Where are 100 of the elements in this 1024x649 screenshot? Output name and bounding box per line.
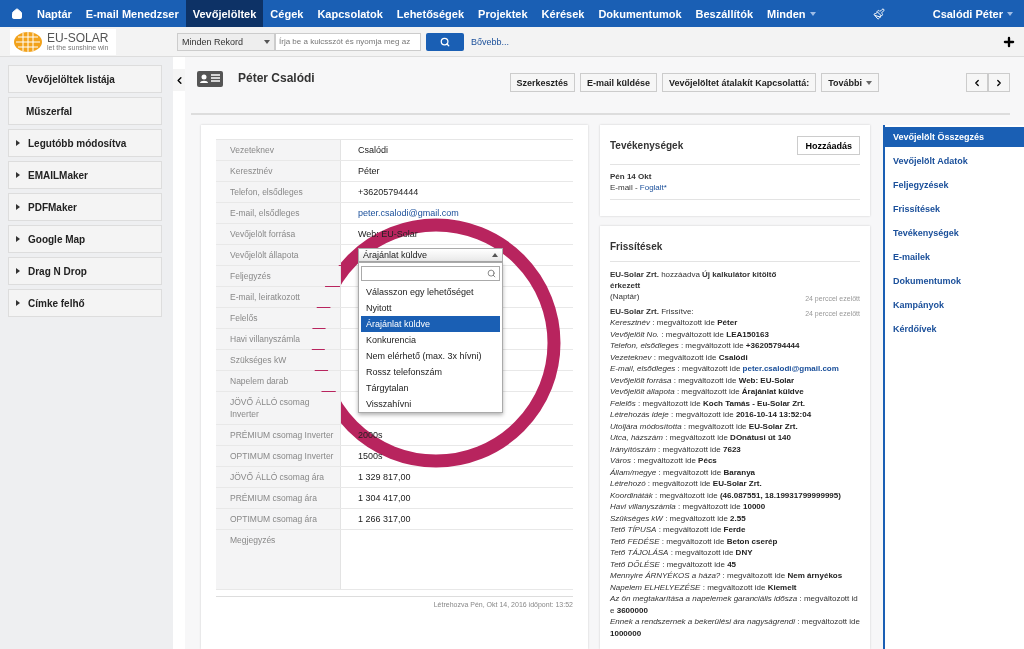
action-button[interactable]: E-mail küldése <box>580 73 658 92</box>
field-label: PRÉMIUM csomag ára <box>216 488 341 508</box>
change-line: Telefon, elsődleges : megváltozott ide +36205794444 <box>610 340 801 352</box>
nav-tab[interactable]: Lehetőségek <box>389 0 472 27</box>
sidebar-item[interactable]: Google Map <box>8 225 162 253</box>
update-text: EU-Solar Zrt. hozzáadva Új kalkulátor kitöltő érkezett (Naptár) <box>610 269 778 302</box>
change-line: Szükséges kW : megváltozott ide 2.55 <box>610 512 747 524</box>
action-button[interactable]: További <box>821 73 879 92</box>
field-value: +36205794444 <box>358 187 419 197</box>
nav-tab[interactable]: E-mail Menedzser <box>78 0 186 27</box>
sidebar-item[interactable]: Műszerfal <box>8 97 162 125</box>
field-label: Havi villanyszámla <box>216 329 341 349</box>
add-icon[interactable] <box>1002 34 1016 49</box>
dropdown-search-field[interactable] <box>361 266 500 281</box>
user-menu[interactable]: Csalódi Péter <box>925 0 1020 27</box>
dropdown-option[interactable]: Visszahívni <box>361 396 500 412</box>
field-value: Csalódi <box>358 145 388 155</box>
change-line: Koordináták : megváltozott ide (46.087551, 18.19931799999995) <box>610 489 842 501</box>
change-line: Az ön megtakarítása a napelemek garanciális idősza : megváltozott ide 3600000 <box>610 593 859 616</box>
dropdown-option[interactable]: Válasszon egy lehetőséget <box>361 284 500 300</box>
sidebar-item[interactable]: PDFMaker <box>8 193 162 221</box>
email-link[interactable]: peter.csalodi@gmail.com <box>358 208 459 218</box>
field-label: OPTIMUM csomag ára <box>216 509 341 529</box>
card-title: Frissítések <box>610 241 663 252</box>
section-link[interactable]: Kérdőívek <box>885 319 1024 339</box>
change-line: Keresztnév : megváltozott ide Péter <box>610 317 739 329</box>
logo-name: EU-SOLAR <box>47 32 109 44</box>
section-link[interactable]: Vevőjelölt Összegzés <box>885 127 1024 147</box>
nav-tab[interactable]: Kapcsolatok <box>310 0 390 27</box>
section-link[interactable]: Dokumentumok <box>885 271 1024 291</box>
section-link[interactable]: Frissítések <box>885 199 1024 219</box>
change-line: Vevőjelölt állapota : megváltozott ide Árajánlat küldve <box>610 386 805 398</box>
field-label: E-mail, leiratkozott <box>216 287 341 307</box>
change-line: Tető TÁJOLÁSA : megváltozott ide DNY <box>610 547 754 559</box>
field-value: Péter <box>358 166 380 176</box>
change-line: Tető DŐLÉSE : megváltozott ide 45 <box>610 558 738 570</box>
sidebar-item[interactable]: Drag N Drop <box>8 257 162 285</box>
next-button[interactable] <box>988 73 1010 92</box>
change-line: Napelem ELHELYEZÉSE : megváltozott ide Kiemelt <box>610 581 798 593</box>
field-label: PRÉMIUM csomag Inverter <box>216 425 341 445</box>
change-line: Havi villanyszámla : megváltozott ide 10000 <box>610 501 767 513</box>
dropdown-option[interactable]: Rossz telefonszám <box>361 364 500 380</box>
section-link[interactable]: Vevőjelölt Adatok <box>885 151 1024 171</box>
field-label: Napelem darab <box>216 371 341 391</box>
search-field[interactable]: Írja be a kulcsszót és nyomja meg az <box>275 32 421 51</box>
field-value: 1 304 417,00 <box>358 493 411 503</box>
field-label: JÖVŐ ÁLLÓ csomag Inverter <box>216 392 341 424</box>
section-link[interactable]: Feljegyzések <box>885 175 1024 195</box>
field-value: Web: EU-Solar <box>358 229 418 239</box>
field-label: Vezeteknev <box>216 140 341 160</box>
nav-tab[interactable]: Minden <box>760 0 823 27</box>
change-line: Utca, házszám : megváltozott ide DOnátusi út 140 <box>610 432 792 444</box>
nav-tab[interactable]: Kérések <box>534 0 592 27</box>
nav-tab[interactable]: Vevőjelöltek <box>185 0 264 27</box>
record-title: Péter Csalódi <box>238 71 315 85</box>
status-select[interactable]: Árajánlat küldve <box>358 248 503 262</box>
search-button[interactable] <box>426 32 464 51</box>
activity-link[interactable]: Foglalt* <box>639 183 667 192</box>
section-link[interactable]: Kampányok <box>885 295 1024 315</box>
more-link[interactable]: Bővebb... <box>471 36 510 47</box>
field-label: Feljegyzés <box>216 266 341 286</box>
field-value: 1 329 817,00 <box>358 472 411 482</box>
search-icon <box>487 269 496 278</box>
field-label: JÖVŐ ÁLLÓ csomag ára <box>216 467 341 487</box>
sidebar-item[interactable]: Vevőjelöltek listája <box>8 65 162 93</box>
sidebar-item[interactable]: Legutóbb módosítva <box>8 129 162 157</box>
dropdown-option[interactable]: Árajánlat küldve <box>361 316 500 332</box>
dropdown-option[interactable]: Tárgytalan <box>361 380 500 396</box>
section-link[interactable]: Tevékenységek <box>885 223 1024 243</box>
field-label: Felelős <box>216 308 341 328</box>
nav-tab[interactable]: Beszállítók <box>688 0 760 27</box>
dropdown-option[interactable]: Konkurencia <box>361 332 500 348</box>
dropdown-option[interactable]: Nem elérhető (max. 3x hívni) <box>361 348 500 364</box>
sidebar-item[interactable]: Címke felhő <box>8 289 162 317</box>
change-line: Felelős : megváltozott ide Koch Tamás - Eu-Solar Zrt. <box>610 397 807 409</box>
action-button[interactable]: Vevőjelöltet átalakít Kapcsolattá: <box>662 73 817 92</box>
field-label: E-mail, elsődleges <box>216 203 341 223</box>
sidebar-item[interactable]: EMAILMaker <box>8 161 162 189</box>
nav-tab[interactable]: Projektek <box>471 0 535 27</box>
field-label: Keresztnév <box>216 161 341 181</box>
previous-button[interactable] <box>966 73 988 92</box>
action-button[interactable]: Szerkesztés <box>509 73 576 92</box>
change-line: Tető FEDÉSE : megváltozott ide Beton cserép <box>610 535 779 547</box>
chevron-right-icon <box>994 77 1004 88</box>
change-line: Utoljára módosította : megváltozott ide EU-Solar Zrt. <box>610 420 799 432</box>
chevron-left-icon <box>972 77 982 88</box>
contact-card-icon <box>197 69 223 89</box>
section-link[interactable]: E-mailek <box>885 247 1024 267</box>
collapse-button[interactable] <box>173 69 185 91</box>
nav-tab[interactable]: Dokumentumok <box>591 0 689 27</box>
add-button[interactable]: Hozzáadás <box>797 136 860 155</box>
field-value: 1500s <box>358 451 383 461</box>
dropdown-option[interactable]: Nyitott <box>361 300 500 316</box>
field-label: Vevőjelölt forrása <box>216 224 341 244</box>
scope-select[interactable]: Minden Rekord <box>177 32 275 51</box>
change-line: Ennek a rendszernek a bekerülési ára nagyságrendi : megváltozott ide 1000000 <box>610 616 860 639</box>
nav-tab[interactable]: Cégek <box>263 0 311 27</box>
field-label: Megjegyzés <box>216 530 341 589</box>
nav-tab[interactable]: Naptár <box>30 0 79 27</box>
change-line: E-mail, elsődleges : megváltozott ide peter.csalodi@gmail.com <box>610 363 840 375</box>
